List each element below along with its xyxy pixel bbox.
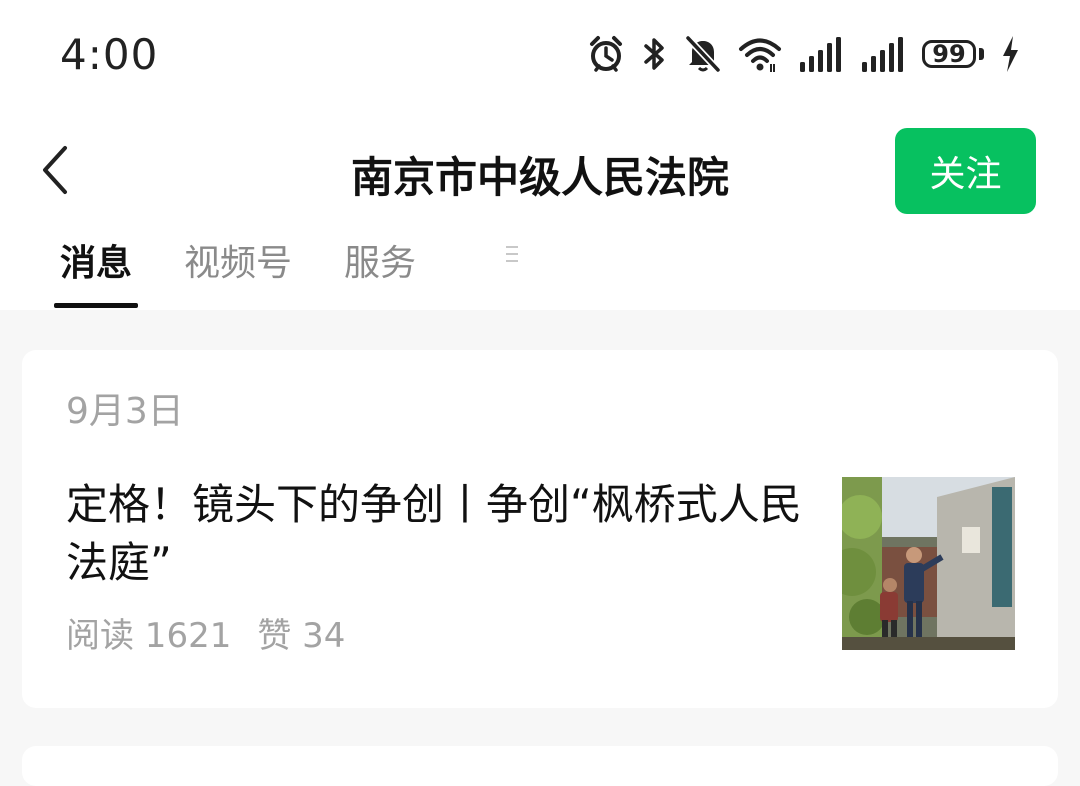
battery-tip (979, 48, 984, 60)
article-stats: 阅读 1621 赞 34 (66, 608, 345, 657)
status-icons: 99 (586, 34, 1020, 74)
follow-button[interactable]: 关注 (895, 128, 1036, 214)
tab-channels[interactable]: 视频号 (184, 234, 292, 286)
signal-icon (860, 34, 906, 74)
tab-services[interactable]: 服务 (344, 234, 416, 286)
tab-messages[interactable]: 消息 (53, 234, 139, 308)
mute-icon (684, 34, 722, 74)
wifi-icon (738, 34, 782, 74)
status-time: 4:00 (60, 30, 159, 79)
charging-icon (1000, 34, 1020, 74)
bluetooth-icon (642, 34, 668, 74)
alarm-icon (586, 34, 626, 74)
status-bar: 4:00 99 (0, 0, 1080, 110)
read-count: 阅读 1621 (66, 616, 232, 656)
message-date: 9月3日 (66, 391, 184, 432)
menu-icon[interactable] (506, 246, 518, 262)
message-card: 9月3日 定格！镜头下的争创丨争创“枫桥式人民法庭” 阅读 1621 赞 34 (22, 350, 1058, 708)
article-title[interactable]: 定格！镜头下的争创丨争创“枫桥式人民法庭” (66, 476, 811, 592)
article-thumbnail[interactable] (842, 477, 1015, 650)
like-count: 赞 34 (257, 616, 346, 656)
account-header: 南京市中级人民法院 关注 消息 视频号 服务 (0, 110, 1080, 310)
next-message-card (22, 746, 1058, 786)
thumbnail-image (842, 477, 1015, 650)
signal-icon (798, 34, 844, 74)
tab-bar: 消息 视频号 服务 (53, 234, 518, 308)
battery-icon: 99 (922, 40, 984, 68)
battery-level: 99 (922, 40, 976, 68)
